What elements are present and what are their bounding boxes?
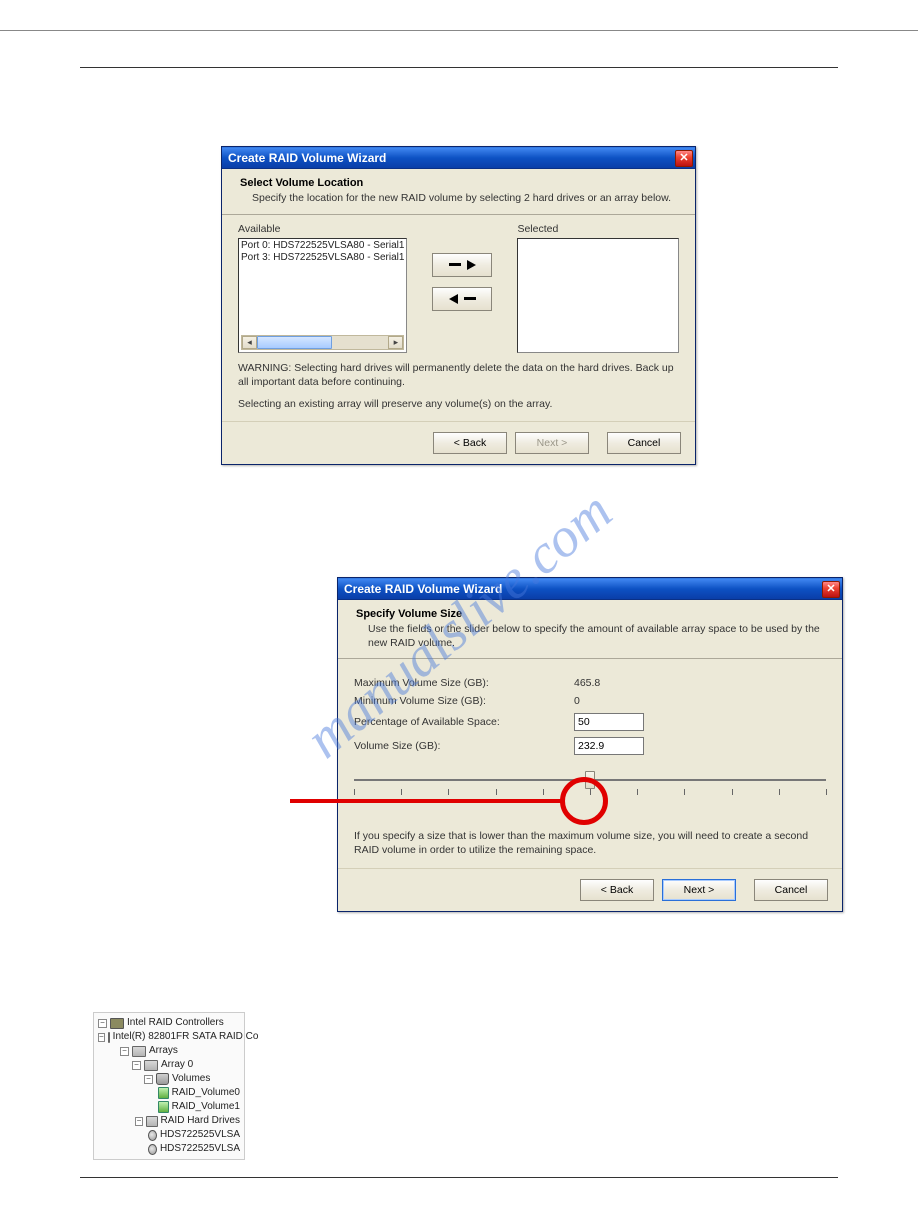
tree-volume1[interactable]: RAID_Volume1 [98, 1100, 240, 1114]
volume-icon [158, 1087, 168, 1099]
drives-group-icon [146, 1116, 158, 1127]
preserve-note: Selecting an existing array will preserv… [238, 397, 679, 411]
max-volume-label: Maximum Volume Size (GB): [354, 677, 574, 689]
cancel-button[interactable]: Cancel [607, 432, 681, 454]
header-title: Select Volume Location [240, 177, 681, 189]
dialog-body: Specify Volume Size Use the fields or th… [338, 600, 842, 911]
cancel-button[interactable]: Cancel [754, 879, 828, 901]
tree-hard-drives[interactable]: − RAID Hard Drives [98, 1114, 240, 1128]
available-label: Available [238, 223, 407, 235]
dialog-select-volume-location: Create RAID Volume Wizard ✕ Select Volum… [221, 146, 696, 465]
controller-group-icon [110, 1018, 124, 1029]
button-bar: < Back Next > Cancel [338, 868, 842, 911]
dialog-content: Available Port 0: HDS722525VLSA80 - Seri… [222, 217, 695, 422]
dialog-title: Create RAID Volume Wizard [228, 151, 386, 165]
move-left-button[interactable] [432, 287, 492, 311]
arrow-left-icon [449, 294, 476, 304]
hard-drive-icon [148, 1144, 157, 1155]
list-item[interactable]: Port 0: HDS722525VLSA80 - Serial1 [241, 240, 404, 253]
back-button[interactable]: < Back [580, 879, 654, 901]
annotation-line [290, 799, 563, 803]
next-button[interactable]: Next > [662, 879, 736, 901]
tree-root[interactable]: − Intel RAID Controllers [98, 1016, 240, 1030]
dialog-content: Maximum Volume Size (GB): 465.8 Minimum … [338, 661, 842, 867]
tree-hd0[interactable]: HDS722525VLSA [98, 1128, 240, 1142]
dialog-header: Select Volume Location Specify the locat… [222, 169, 695, 215]
header-title: Specify Volume Size [356, 608, 828, 620]
header-desc: Specify the location for the new RAID vo… [252, 192, 681, 206]
array-icon [144, 1060, 158, 1071]
volume-size-label: Volume Size (GB): [354, 740, 574, 752]
percentage-label: Percentage of Available Space: [354, 716, 574, 728]
close-icon[interactable]: ✕ [675, 150, 693, 167]
scroll-left-icon[interactable]: ◂ [242, 336, 257, 349]
tree-controller[interactable]: − Intel(R) 82801FR SATA RAID Co [98, 1030, 240, 1044]
tree-arrays[interactable]: − Arrays [98, 1044, 240, 1058]
tree-hd1[interactable]: HDS722525VLSA [98, 1142, 240, 1156]
close-icon[interactable]: ✕ [822, 581, 840, 598]
selected-listbox[interactable] [517, 238, 679, 353]
scroll-thumb[interactable] [257, 336, 332, 349]
collapse-icon[interactable]: − [132, 1061, 141, 1070]
move-right-button[interactable] [432, 253, 492, 277]
controller-icon [108, 1032, 110, 1043]
collapse-icon[interactable]: − [135, 1117, 143, 1126]
min-volume-value: 0 [574, 695, 580, 707]
size-footer-note: If you specify a size that is lower than… [354, 829, 826, 857]
list-item[interactable]: Port 3: HDS722525VLSA80 - Serial1 [241, 252, 404, 265]
horizontal-scrollbar[interactable]: ◂ ▸ [241, 335, 404, 350]
titlebar[interactable]: Create RAID Volume Wizard ✕ [338, 578, 842, 600]
min-volume-label: Minimum Volume Size (GB): [354, 695, 574, 707]
dialog-title: Create RAID Volume Wizard [344, 582, 502, 596]
collapse-icon[interactable]: − [98, 1033, 105, 1042]
dialog-header: Specify Volume Size Use the fields or th… [338, 600, 842, 659]
available-listbox[interactable]: Port 0: HDS722525VLSA80 - Serial1 Port 3… [238, 238, 407, 353]
collapse-icon[interactable]: − [98, 1019, 107, 1028]
page-footer-rule [80, 1177, 838, 1178]
button-bar: < Back Next > Cancel [222, 421, 695, 464]
volumes-icon [156, 1073, 169, 1085]
scroll-right-icon[interactable]: ▸ [388, 336, 403, 349]
percentage-input[interactable] [574, 713, 644, 731]
dialog-body: Select Volume Location Specify the locat… [222, 169, 695, 464]
volume-icon [158, 1101, 168, 1113]
manual-page: manualslive.com Create RAID Volume Wizar… [0, 30, 918, 1218]
back-button[interactable]: < Back [433, 432, 507, 454]
collapse-icon[interactable]: − [144, 1075, 153, 1084]
selected-label: Selected [517, 223, 679, 235]
dialog-specify-volume-size: Create RAID Volume Wizard ✕ Specify Volu… [337, 577, 843, 912]
header-desc: Use the fields or the slider below to sp… [368, 623, 828, 650]
next-button[interactable]: Next > [515, 432, 589, 454]
tree-volumes[interactable]: − Volumes [98, 1072, 240, 1086]
arrays-icon [132, 1046, 146, 1057]
annotation-circle [560, 777, 608, 825]
tree-volume0[interactable]: RAID_Volume0 [98, 1086, 240, 1100]
hard-drive-icon [148, 1130, 157, 1141]
arrow-right-icon [449, 260, 476, 270]
raid-tree-view: − Intel RAID Controllers − Intel(R) 8280… [93, 1012, 245, 1160]
warning-text: WARNING: Selecting hard drives will perm… [238, 361, 679, 389]
collapse-icon[interactable]: − [120, 1047, 129, 1056]
max-volume-value: 465.8 [574, 677, 600, 689]
titlebar[interactable]: Create RAID Volume Wizard ✕ [222, 147, 695, 169]
volume-size-input[interactable] [574, 737, 644, 755]
tree-array0[interactable]: − Array 0 [98, 1058, 240, 1072]
